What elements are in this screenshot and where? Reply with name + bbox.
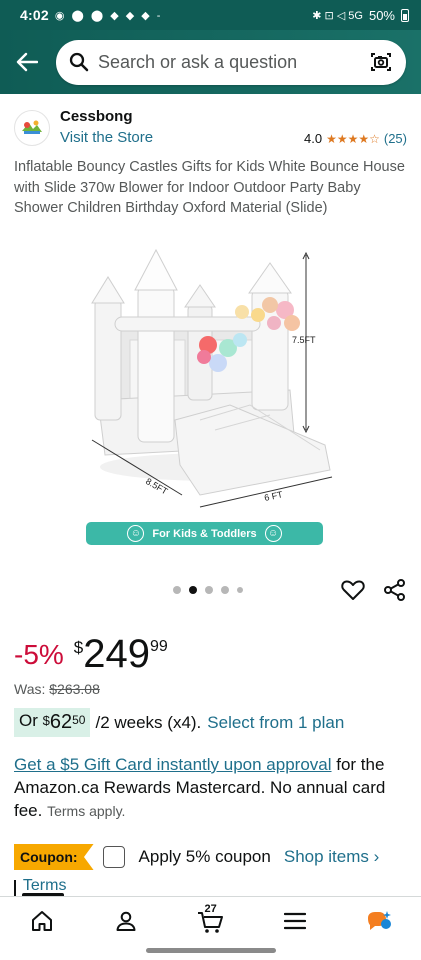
gesture-bar[interactable] xyxy=(146,948,276,953)
plan-term: /2 weeks (x4). xyxy=(95,712,202,732)
was-price: $263.08 xyxy=(49,681,100,697)
search-icon xyxy=(68,51,90,73)
plan-or-label: Or xyxy=(19,711,38,730)
banner-text: For Kids & Toddlers xyxy=(152,527,257,540)
width-dimension-label: 6 FT xyxy=(263,489,284,503)
rating-summary[interactable]: 4.0 ★★★★☆ (25) xyxy=(304,131,407,146)
store-logo[interactable] xyxy=(14,110,50,146)
nav-rufus[interactable] xyxy=(359,901,399,941)
coupon-text: Apply 5% coupon xyxy=(138,847,271,866)
nav-menu[interactable] xyxy=(275,901,315,941)
discount-percent: -5% xyxy=(14,639,64,670)
carousel-dot[interactable] xyxy=(173,586,181,594)
carousel-dot[interactable] xyxy=(221,586,229,594)
nav-home[interactable] xyxy=(22,901,62,941)
smile-icon: ☺ xyxy=(127,525,145,542)
price-fraction: 99 xyxy=(150,638,168,655)
shop-items-link[interactable]: Shop items › xyxy=(284,847,379,867)
coupon-badge: Coupon: xyxy=(14,844,94,870)
price-row: -5% $ 249 99 xyxy=(14,632,168,676)
ai-assistant-icon xyxy=(367,910,391,930)
share-icon xyxy=(384,579,405,601)
status-bar: 4:02 ◉ ⬤ ⬤ ◆ ◆ ◆ - ✱ ⊡ ◁ 5G 50% xyxy=(0,0,421,30)
store-logo-icon xyxy=(22,120,42,134)
coupon-terms-text: Terms xyxy=(22,877,67,894)
kids-banner: ☺ For Kids & Toddlers ☺ xyxy=(86,522,323,545)
payment-plan-row: Or $ 62 50 /2 weeks (x4). Select from 1 … xyxy=(14,708,344,737)
battery-percent: 50% xyxy=(368,7,395,23)
product-title: Inflatable Bouncy Castles Gifts for Kids… xyxy=(14,159,405,216)
plan-currency: $ xyxy=(42,713,50,728)
search-bar[interactable] xyxy=(56,39,406,85)
wishlist-button[interactable] xyxy=(340,577,366,603)
rating-count: (25) xyxy=(383,131,407,146)
search-header xyxy=(0,30,421,94)
star-rating-icon: ★★★★☆ xyxy=(326,131,380,146)
rating-value: 4.0 xyxy=(304,131,323,146)
was-label: Was: xyxy=(14,681,46,697)
person-icon xyxy=(116,911,136,931)
select-plan-link[interactable]: Select from 1 plan xyxy=(207,713,344,733)
camera-search-icon[interactable] xyxy=(368,49,394,75)
coupon-checkbox[interactable] xyxy=(102,846,125,868)
height-dimension-label: 7.5FT xyxy=(292,335,316,345)
share-button[interactable] xyxy=(382,577,408,603)
gift-card-link[interactable]: Get a $5 Gift Card instantly upon approv… xyxy=(14,755,332,774)
notification-icons: ◉ ⬤ ⬤ ◆ ◆ ◆ - xyxy=(54,9,163,22)
plan-price-highlight: Or $ 62 50 xyxy=(14,708,91,737)
arrow-left-icon xyxy=(16,52,38,72)
coupon-row: Coupon: Apply 5% coupon Shop items › xyxy=(14,843,414,871)
price-currency: $ xyxy=(73,638,84,657)
cart-count: 27 xyxy=(204,902,217,915)
status-time: 4:02 xyxy=(20,7,49,23)
visit-store-link[interactable]: Visit the Store xyxy=(60,129,153,146)
store-name: Cessbong xyxy=(60,108,133,125)
heart-icon xyxy=(341,580,365,600)
store-row: Cessbong Visit the Store 4.0 ★★★★☆ (25) xyxy=(14,106,409,152)
smile-icon: ☺ xyxy=(264,525,282,542)
nav-cart[interactable]: 27 xyxy=(190,901,230,941)
search-input[interactable] xyxy=(98,51,368,73)
price-whole: 249 xyxy=(83,632,151,676)
gift-terms[interactable]: Terms apply. xyxy=(47,803,125,819)
carousel-dots xyxy=(173,586,243,594)
nav-account[interactable] xyxy=(106,901,146,941)
carousel-dot[interactable] xyxy=(237,587,243,593)
carousel-dot[interactable] xyxy=(205,586,213,594)
product-image[interactable]: 7.5FT 8.5FT 6 FT xyxy=(80,245,340,545)
was-price-row: Was: $263.08 xyxy=(14,681,100,697)
gift-card-offer: Get a $5 Gift Card instantly upon approv… xyxy=(14,753,409,823)
battery-icon xyxy=(401,8,409,22)
carousel-dot-active[interactable] xyxy=(189,586,197,594)
plan-whole: 62 xyxy=(49,711,73,733)
bottom-nav: 27 xyxy=(0,896,421,944)
plan-fraction: 50 xyxy=(72,713,86,727)
back-button[interactable] xyxy=(10,45,44,79)
system-icons: ✱ ⊡ ◁ 5G xyxy=(312,9,363,22)
home-icon xyxy=(32,910,53,931)
hamburger-menu-icon xyxy=(283,912,306,929)
